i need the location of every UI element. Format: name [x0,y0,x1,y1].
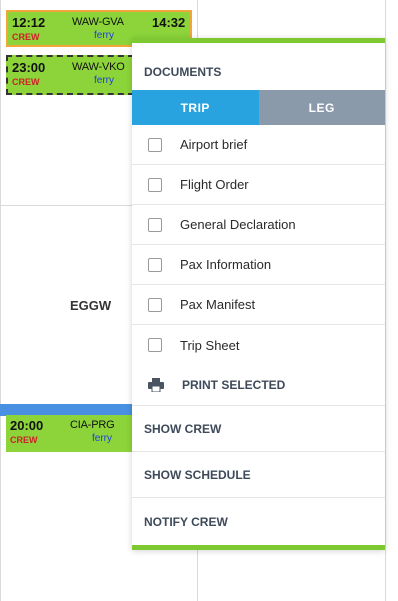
flight-block-selected[interactable]: 23:00 WAW-VKO CREW ferry [6,55,134,95]
crew-label[interactable]: CREW [10,435,38,445]
flight-note: ferry [94,30,114,41]
document-label: Pax Manifest [180,297,256,312]
tab-trip[interactable]: TRIP [132,90,259,125]
printer-icon [148,378,164,393]
grid-line [0,0,1,601]
departure-time: 12:12 [12,15,46,30]
checkbox-icon[interactable] [148,338,162,352]
grid-line [385,0,386,601]
notify-crew-button[interactable]: NOTIFY CREW [132,497,385,545]
tab-leg[interactable]: LEG [258,90,385,125]
document-label: Pax Information [180,257,272,272]
flight-route: CIA-PRG [70,419,115,431]
document-item-pax-information[interactable]: Pax Information [132,245,385,285]
arrival-time: 14:32 [152,15,186,30]
show-crew-button[interactable]: SHOW CREW [132,405,385,451]
document-item-trip-sheet[interactable]: Trip Sheet [132,325,385,365]
document-item-flight-order[interactable]: Flight Order [132,165,385,205]
flight-route: WAW-GVA [72,16,124,28]
document-item-pax-manifest[interactable]: Pax Manifest [132,285,385,325]
flight-note: ferry [94,75,114,86]
document-label: General Declaration [180,217,296,232]
checkbox-icon[interactable] [148,137,162,152]
print-selected-button[interactable]: PRINT SELECTED [132,365,385,405]
flight-block[interactable]: 20:00 CIA-PRG CREW ferry [6,415,134,452]
print-selected-label: PRINT SELECTED [182,378,286,392]
departure-time: 20:00 [10,418,44,433]
menu-heading: DOCUMENTS [144,65,222,79]
flight-route: WAW-VKO [72,61,125,73]
document-label: Airport brief [180,137,248,152]
crew-label[interactable]: CREW [12,32,40,42]
document-label: Trip Sheet [180,337,240,353]
checkbox-icon[interactable] [148,217,162,232]
flight-note: ferry [92,433,112,444]
show-schedule-button[interactable]: SHOW SCHEDULE [132,451,385,497]
crew-label[interactable]: CREW [12,77,40,87]
document-item-airport-brief[interactable]: Airport brief [132,125,385,165]
checkbox-icon[interactable] [148,177,162,192]
departure-time: 23:00 [12,60,46,75]
checkbox-icon[interactable] [148,257,162,272]
documents-context-menu: DOCUMENTS TRIP LEG Airport brief Flight … [132,38,385,550]
document-list: Airport brief Flight Order General Decla… [132,125,385,365]
airport-label: EGGW [70,298,112,313]
checkbox-icon[interactable] [148,297,162,312]
document-item-general-declaration[interactable]: General Declaration [132,205,385,245]
document-label: Flight Order [180,177,249,192]
document-scope-tabs: TRIP LEG [132,90,385,125]
